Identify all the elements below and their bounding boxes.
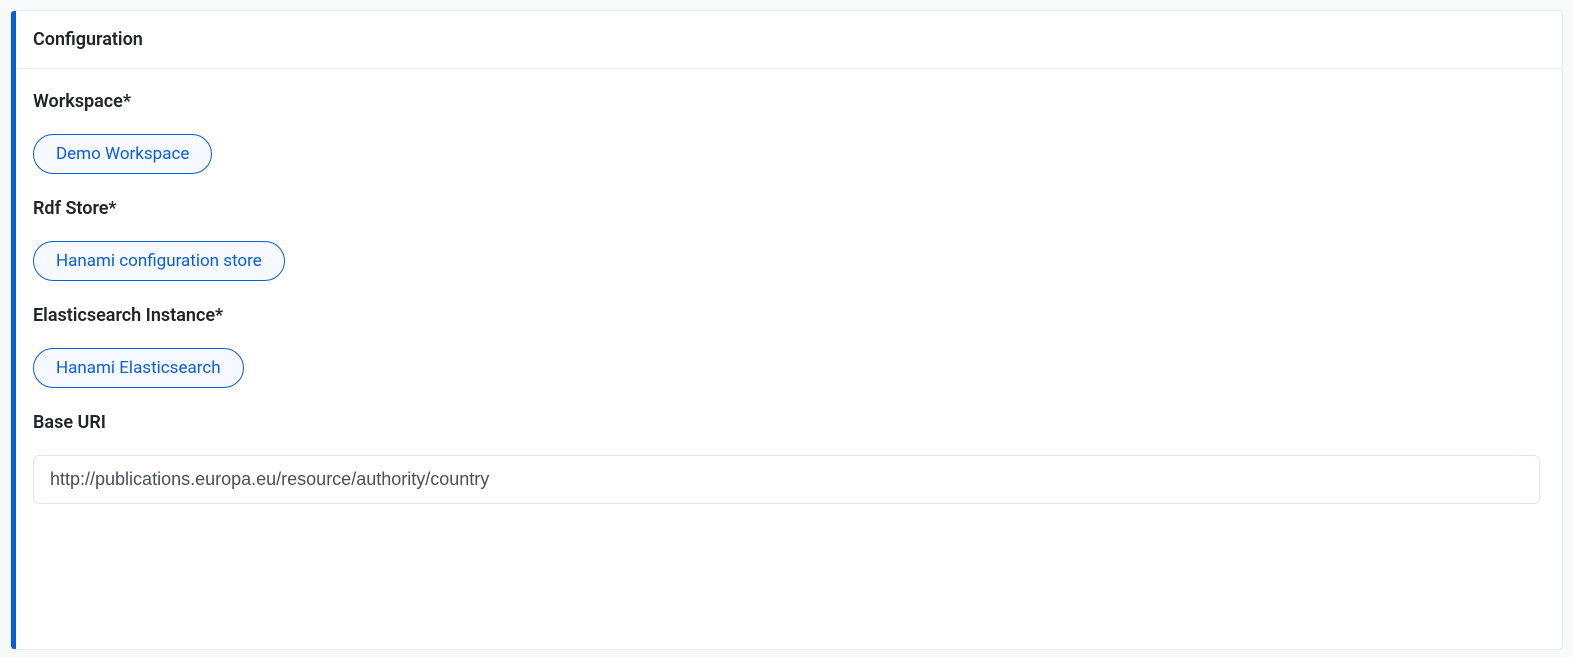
- base-uri-field-group: Base URI: [33, 412, 1540, 504]
- elasticsearch-chip[interactable]: Hanami Elasticsearch: [33, 348, 244, 388]
- panel-title: Configuration: [33, 29, 1540, 50]
- rdf-store-field-group: Rdf Store* Hanami configuration store: [33, 198, 1540, 281]
- rdf-store-chip[interactable]: Hanami configuration store: [33, 241, 285, 281]
- panel-body: Workspace* Demo Workspace Rdf Store* Han…: [11, 69, 1562, 530]
- panel-header: Configuration: [11, 11, 1562, 69]
- workspace-label: Workspace*: [33, 91, 1540, 112]
- elasticsearch-label: Elasticsearch Instance*: [33, 305, 1540, 326]
- workspace-field-group: Workspace* Demo Workspace: [33, 91, 1540, 174]
- workspace-chip[interactable]: Demo Workspace: [33, 134, 212, 174]
- base-uri-label: Base URI: [33, 412, 1540, 433]
- rdf-store-label: Rdf Store*: [33, 198, 1540, 219]
- elasticsearch-field-group: Elasticsearch Instance* Hanami Elasticse…: [33, 305, 1540, 388]
- base-uri-input[interactable]: [33, 455, 1540, 504]
- configuration-panel: Configuration Workspace* Demo Workspace …: [10, 10, 1563, 650]
